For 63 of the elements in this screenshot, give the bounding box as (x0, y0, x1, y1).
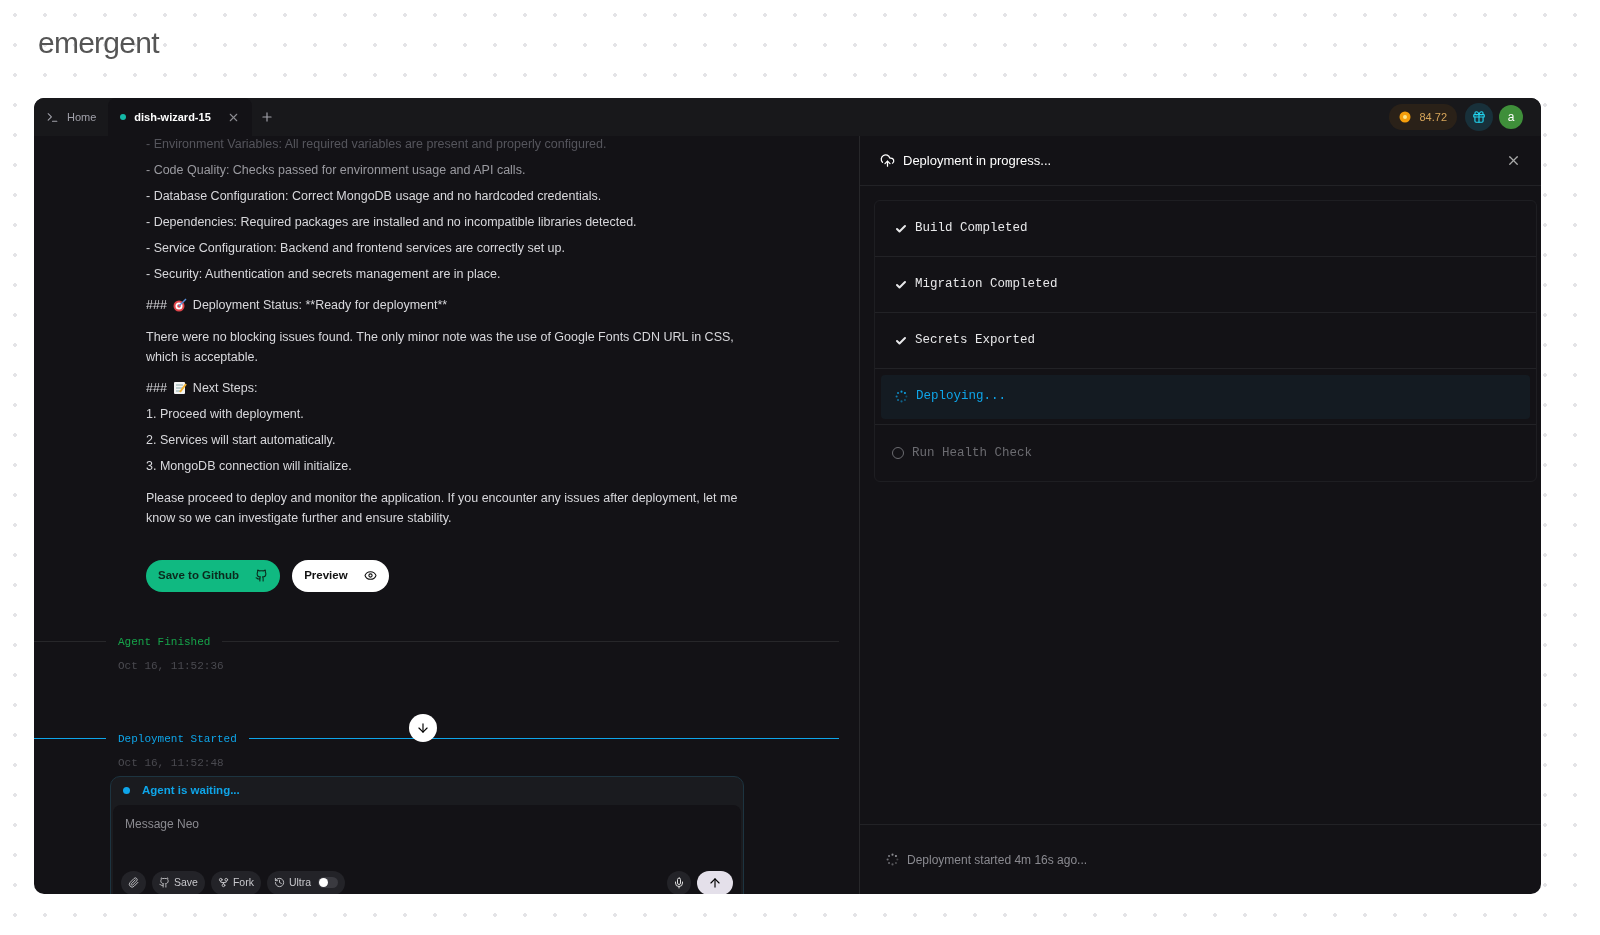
scroll-down-button[interactable] (409, 714, 437, 742)
deploy-step: Build Completed (875, 206, 1536, 251)
terminal-icon (46, 110, 59, 124)
spinner-icon (886, 853, 899, 866)
tab[interactable]: dish-wizard-15 (108, 98, 252, 136)
event-title: Agent Finished (118, 634, 211, 650)
paperclip-icon (128, 877, 139, 888)
save-to-github-button[interactable]: Save to Github (146, 559, 281, 592)
deploy-step: Run Health Check (875, 431, 1536, 475)
mic-icon (673, 876, 685, 889)
arrow-down-icon (416, 721, 430, 735)
preview-button[interactable]: Preview (292, 559, 389, 592)
heading-text: Next Steps: (192, 379, 258, 397)
attach-button[interactable] (121, 870, 146, 894)
heading-text: Deployment Status: **Ready for deployment** (192, 297, 448, 314)
eye-icon (363, 569, 377, 582)
target-icon (172, 298, 187, 313)
message-text: 3. MongoDB connection will initialize. (146, 457, 353, 475)
message-text: - Code Quality: Checks passed for environment usage and API calls. (146, 162, 527, 179)
message-text: - Security: Authentication and secrets management are in place. (146, 266, 502, 283)
cloud-upload-icon (880, 153, 895, 168)
message-field[interactable]: Message Neo Save Fork Ultra (113, 804, 741, 894)
ultra-toggle[interactable] (318, 877, 339, 888)
check-icon (895, 278, 907, 291)
panel-title: Deployment in progress... (903, 151, 1052, 170)
message-text: 1. Proceed with deployment. (146, 405, 305, 423)
deploy-step: Secrets Exported (875, 318, 1536, 363)
agent-status: Agent is waiting... (142, 782, 240, 798)
message-text: - Database Configuration: Correct MongoDB usage and no hardcoded credentials. (146, 188, 603, 205)
new-tab-icon[interactable] (259, 110, 274, 124)
message-text: There were no blocking issues found. The only minor note was the use of Google Fonts CDN URL in CSS, which is acceptable. (146, 328, 735, 366)
brand-logo[interactable]: emergent (38, 26, 159, 59)
spinner-icon (895, 390, 908, 403)
deploy-step: Migration Completed (875, 262, 1536, 307)
save-button[interactable]: Save (152, 870, 205, 894)
message-text: 2. Services will start automatically. (146, 431, 337, 449)
deploy-step: Deploying... (881, 374, 1530, 419)
avatar[interactable]: a (1499, 105, 1523, 129)
message-text: - Service Configuration: Backend and frontend services are correctly set up. (146, 240, 566, 257)
memo-icon (172, 381, 187, 396)
credits-badge[interactable]: 84.72 (1389, 104, 1457, 130)
message-text: - Dependencies: Required packages are installed and no incompatible libraries detected. (146, 214, 638, 231)
heading-marker: ### (146, 379, 167, 397)
fork-button[interactable]: Fork (210, 870, 261, 894)
github-icon (159, 877, 170, 888)
gift-icon (1472, 110, 1486, 124)
event-title: Deployment Started (118, 731, 237, 747)
ultra-button[interactable]: Ultra (266, 870, 346, 894)
history-icon (273, 877, 285, 888)
check-icon (895, 222, 907, 235)
tab[interactable]: Home (34, 98, 109, 136)
fork-icon (217, 877, 229, 888)
github-icon (255, 569, 269, 582)
heading-marker: ### (146, 297, 167, 314)
check-icon (895, 334, 907, 347)
message-text: - Environment Variables: All required variables are present and properly configured. (146, 136, 608, 153)
deployment-timer: Deployment started 4m 16s ago... (907, 851, 1088, 869)
message-text: Please proceed to deploy and monitor the application. If you encounter any issues after deployment, let me know so we can investigate further and ensure stability. (146, 489, 739, 527)
send-button[interactable] (697, 870, 733, 894)
gift-button[interactable] (1465, 103, 1493, 131)
coin-icon (1399, 111, 1412, 123)
close-icon[interactable] (1506, 153, 1521, 168)
mic-button[interactable] (667, 870, 691, 894)
